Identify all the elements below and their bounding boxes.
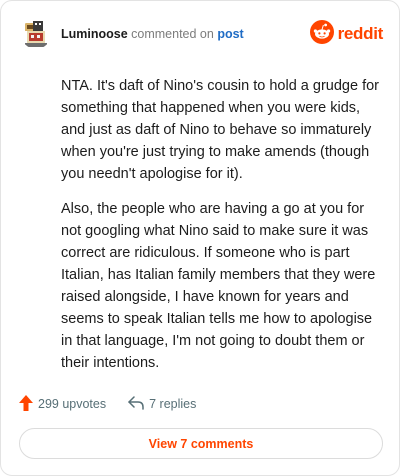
view-comments-button[interactable]: View 7 comments: [19, 428, 383, 459]
reddit-snoo-icon: [309, 19, 334, 49]
byline-action-text: commented on: [131, 27, 214, 41]
comment-paragraph: NTA. It's daft of Nino's cousin to hold …: [61, 78, 379, 182]
post-link[interactable]: post: [217, 27, 243, 41]
comment-paragraph: Also, the people who are having a go at …: [61, 201, 376, 371]
reply-count: 7 replies: [149, 397, 197, 411]
comment-footer: 299 upvotes 7 replies: [19, 394, 196, 414]
user-avatar[interactable]: [21, 19, 51, 49]
reply-icon: [128, 395, 144, 413]
upvote-button[interactable]: 299 upvotes: [19, 394, 107, 414]
upvote-arrow-icon: [19, 394, 33, 414]
replies-button[interactable]: 7 replies: [128, 395, 197, 413]
comment-card: Luminoose commented on post reddit NTA. …: [0, 0, 400, 476]
username-link[interactable]: Luminoose: [61, 27, 128, 41]
comment-body: NTA. It's daft of Nino's cousin to hold …: [61, 75, 379, 387]
reddit-logo[interactable]: reddit: [309, 19, 384, 49]
upvote-count: 299 upvotes: [38, 397, 107, 411]
reddit-wordmark: reddit: [337, 24, 384, 43]
comment-byline: Luminoose commented on post: [61, 27, 244, 41]
comment-header: Luminoose commented on post reddit: [21, 19, 383, 49]
